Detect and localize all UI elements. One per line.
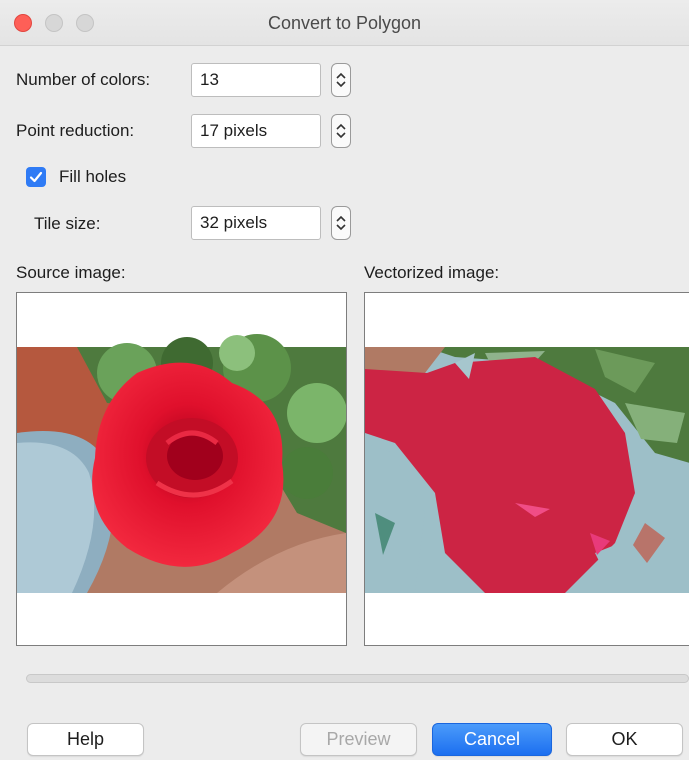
vectorized-image-preview: [364, 292, 689, 646]
checkmark-icon: [29, 171, 43, 183]
ok-button[interactable]: OK: [566, 723, 683, 756]
vectorized-image-label: Vectorized image:: [364, 263, 500, 282]
point-reduction-stepper[interactable]: [331, 114, 351, 148]
source-image-preview: [16, 292, 347, 646]
point-reduction-input[interactable]: 17 pixels: [191, 114, 321, 148]
number-of-colors-label: Number of colors:: [16, 70, 151, 89]
rose-photo-image: [17, 334, 346, 593]
title-bar: Convert to Polygon: [0, 0, 689, 46]
point-reduction-label: Point reduction:: [16, 121, 135, 140]
cancel-button[interactable]: Cancel: [432, 723, 552, 756]
progress-bar: [26, 674, 689, 683]
tile-size-label: Tile size:: [34, 214, 101, 233]
stepper-arrows-icon: [336, 215, 346, 231]
source-image-label: Source image:: [16, 263, 126, 282]
preview-button[interactable]: Preview: [300, 723, 417, 756]
tile-size-stepper[interactable]: [331, 206, 351, 240]
number-of-colors-input[interactable]: 13: [191, 63, 321, 97]
help-button[interactable]: Help: [27, 723, 144, 756]
vectorized-rose-image: [365, 347, 689, 593]
fill-holes-checkbox[interactable]: [26, 167, 46, 187]
window-title: Convert to Polygon: [267, 13, 422, 33]
stepper-arrows-icon: [336, 72, 346, 88]
stepper-arrows-icon: [336, 123, 346, 139]
number-of-colors-stepper[interactable]: [331, 63, 351, 97]
tile-size-input[interactable]: 32 pixels: [191, 206, 321, 240]
fill-holes-label: Fill holes: [59, 167, 127, 186]
